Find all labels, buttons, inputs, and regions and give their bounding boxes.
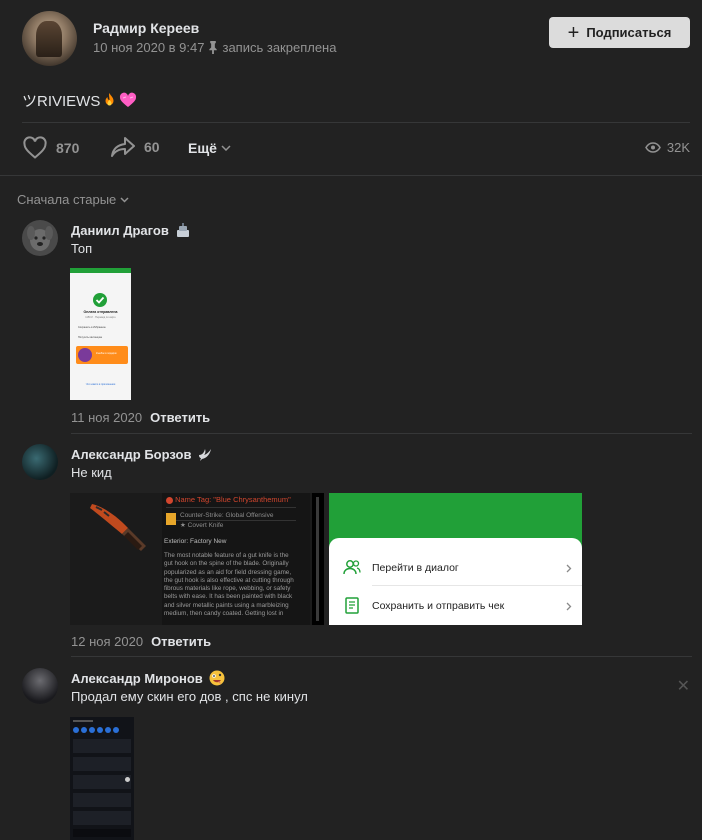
author-name[interactable]: Радмир Кереев xyxy=(93,20,199,36)
attachment-image[interactable]: Name Tag: "Blue Chrysanthemum" Counter-S… xyxy=(70,493,324,625)
divider xyxy=(71,433,692,434)
post-date[interactable]: 10 ноя 2020 в 9:47 xyxy=(93,40,204,55)
attachment-link: Что нового в приложении xyxy=(85,383,116,386)
commenter-avatar[interactable] xyxy=(22,444,58,480)
commenter-name-text: Александр Борзов xyxy=(71,446,192,462)
payment-subtitle: 1150 ₽ · Перевод по карте xyxy=(85,316,116,319)
views-counter: 32K xyxy=(644,140,690,155)
attachment-image[interactable]: Перейти в диалог Сохранить и отправить ч… xyxy=(329,493,582,625)
like-button[interactable]: 870 xyxy=(22,136,79,160)
post-actions: 870 60 Ещё 32K xyxy=(22,136,690,162)
chevron-right-icon xyxy=(566,602,572,611)
comment-text: Топ xyxy=(71,241,93,256)
subscribe-label: Подписаться xyxy=(586,25,672,40)
post-meta: 10 ноя 2020 в 9:47 запись закреплена xyxy=(93,40,336,55)
reply-button[interactable]: Ответить xyxy=(151,634,211,649)
divider xyxy=(22,122,690,123)
comment: Александр Борзов Не кид Name Tag: "Blue … xyxy=(22,444,692,657)
promo-text: Кэшбэк в подарок xyxy=(96,352,117,355)
subscribe-button[interactable]: + Подписаться xyxy=(549,17,690,48)
attachment-row: Сохранить в Избранное xyxy=(78,326,106,329)
cake-emoji-icon xyxy=(176,223,189,237)
commenter-name[interactable]: Даниил Драгов xyxy=(71,222,191,238)
comment-text: Продал ему скин его дов , спс не кинул xyxy=(71,689,308,704)
commenter-name[interactable]: Александр Борзов xyxy=(71,446,213,462)
menu-item-save-receipt[interactable]: Сохранить и отправить чек xyxy=(372,600,504,612)
comment-date[interactable]: 11 ноя 2020 xyxy=(71,410,142,425)
views-count: 32K xyxy=(666,140,690,155)
divider xyxy=(0,175,702,176)
commenter-name-text: Александр Миронов xyxy=(71,670,203,686)
chevron-down-icon xyxy=(120,196,129,203)
item-game: Counter-Strike: Global Offensive xyxy=(180,512,274,519)
chevron-right-icon xyxy=(566,564,572,573)
item-type: ★ Covert Knife xyxy=(180,522,224,529)
csgo-logo xyxy=(166,513,176,525)
zany-face-emoji-icon xyxy=(209,670,225,686)
menu-item-dialog[interactable]: Перейти в диалог xyxy=(372,562,459,574)
post-text: ツRIVIEWS xyxy=(22,90,137,111)
more-label: Ещё xyxy=(188,140,217,156)
item-description: The most notable feature of a gut knife … xyxy=(164,552,294,618)
plus-icon: + xyxy=(567,21,580,44)
share-button[interactable]: 60 xyxy=(110,136,160,158)
attachment-row: Получить квитанцию xyxy=(78,336,103,339)
sort-label: Сначала старые xyxy=(17,192,117,207)
share-icon xyxy=(111,137,135,157)
sort-dropdown[interactable]: Сначала старые xyxy=(17,192,129,207)
item-name-tag-text: Name Tag: "Blue Chrysanthemum" xyxy=(175,495,291,504)
commenter-name-text: Даниил Драгов xyxy=(71,222,169,238)
contacts-icon xyxy=(343,560,361,575)
author-avatar[interactable] xyxy=(22,11,77,66)
post-text-content: ツRIVIEWS xyxy=(22,93,101,110)
comment: Даниил Драгов Топ Оплата отправлена 1150… xyxy=(22,220,692,434)
attachment-image[interactable]: Оплата отправлена 1150 ₽ · Перевод по ка… xyxy=(70,268,131,400)
divider xyxy=(71,656,692,657)
close-icon[interactable]: ✕ xyxy=(677,676,690,696)
commenter-name[interactable]: Александр Миронов xyxy=(71,670,225,686)
post-header: Радмир Кереев 10 ноя 2020 в 9:47 запись … xyxy=(22,11,692,67)
pin-icon xyxy=(209,41,218,54)
heart-emoji-icon xyxy=(120,92,137,107)
eye-icon xyxy=(644,142,661,153)
commenter-avatar[interactable] xyxy=(22,668,58,704)
heart-icon xyxy=(23,136,47,159)
knife-image xyxy=(90,504,146,551)
payment-title: Оплата отправлена xyxy=(83,310,118,314)
receipt-icon xyxy=(345,597,359,614)
pinned-label: запись закреплена xyxy=(222,40,337,55)
comment-text: Не кид xyxy=(71,465,112,480)
attachment-image[interactable] xyxy=(70,717,134,840)
dog-avatar-icon xyxy=(27,226,53,251)
commenter-avatar[interactable] xyxy=(22,220,58,256)
reply-button[interactable]: Ответить xyxy=(150,410,210,425)
dove-emoji-icon xyxy=(199,449,212,461)
share-count: 60 xyxy=(144,139,160,155)
item-name-tag: Name Tag: "Blue Chrysanthemum" xyxy=(166,495,296,504)
check-icon xyxy=(93,293,107,307)
comment-footer: 12 ноя 2020 Ответить xyxy=(71,634,211,649)
item-exterior: Exterior: Factory New xyxy=(164,538,227,545)
chevron-down-icon xyxy=(221,145,231,151)
more-button[interactable]: Ещё xyxy=(188,140,231,156)
comment-footer: 11 ноя 2020 Ответить xyxy=(71,410,210,425)
like-count: 870 xyxy=(56,140,80,156)
fire-emoji-icon xyxy=(105,93,114,106)
comment: Александр Миронов Продал ему скин его до… xyxy=(22,668,692,840)
promo-banner: Кэшбэк в подарок xyxy=(76,346,128,364)
comment-date[interactable]: 12 ноя 2020 xyxy=(71,634,143,649)
